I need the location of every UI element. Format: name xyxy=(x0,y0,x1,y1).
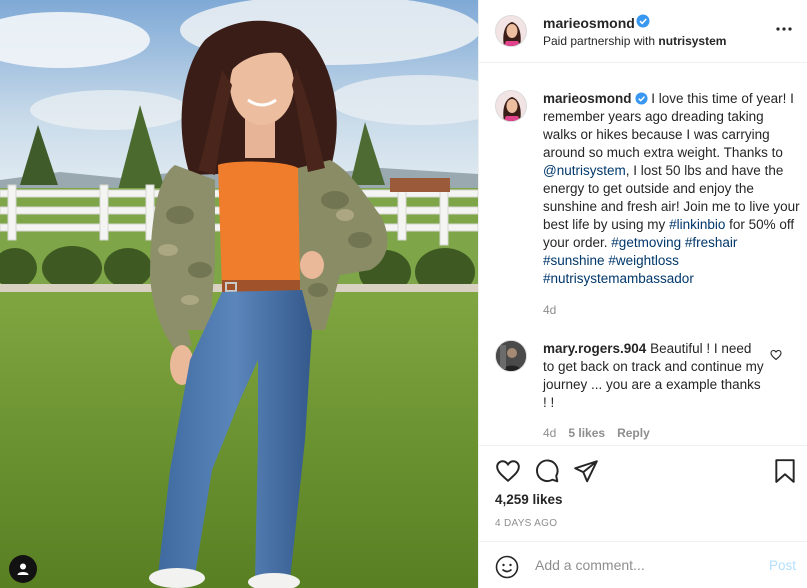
post-actions: 4,259 likes 4 DAYS AGO xyxy=(479,445,807,541)
bookmark-button[interactable] xyxy=(773,458,797,487)
heart-icon xyxy=(496,460,520,483)
post-comment-button[interactable]: Post xyxy=(769,558,796,573)
post-header: marieosmond Paid partnership with nutris… xyxy=(479,0,807,63)
comment-icon xyxy=(536,459,559,483)
like-button[interactable] xyxy=(495,458,521,487)
verified-icon xyxy=(636,14,650,28)
header-username[interactable]: marieosmond xyxy=(543,15,635,31)
comment-likes-count[interactable]: 5 likes xyxy=(568,426,605,440)
comment-input[interactable] xyxy=(535,554,755,576)
paid-partnership-label: Paid partnership with nutrisystem xyxy=(543,34,726,48)
partner-prefix: Paid partnership with xyxy=(543,34,659,48)
author-avatar[interactable] xyxy=(495,15,527,47)
comment-like-button[interactable] xyxy=(770,349,782,364)
share-button[interactable] xyxy=(573,458,599,487)
user-tag-button[interactable] xyxy=(9,555,37,583)
comments-list[interactable]: marieosmond I love this time of year! I … xyxy=(479,63,807,445)
hashtag-link[interactable]: #sunshine xyxy=(543,253,605,268)
hashtag-link[interactable]: #linkinbio xyxy=(669,217,725,232)
verified-badge xyxy=(633,14,650,29)
hashtag-link[interactable]: #freshair xyxy=(685,235,738,250)
post-image xyxy=(0,0,478,588)
commenter-username[interactable]: mary.rogers.904 xyxy=(543,341,646,356)
commenter-avatar[interactable] xyxy=(495,340,527,372)
avatar-image xyxy=(496,91,526,121)
hashtag-link[interactable]: #getmoving xyxy=(611,235,681,250)
caption-text: marieosmond I love this time of year! I … xyxy=(543,90,801,288)
add-comment-bar: Post xyxy=(479,541,807,588)
post-age[interactable]: 4 DAYS AGO xyxy=(495,518,557,529)
emoji-icon xyxy=(495,555,519,579)
caption-username[interactable]: marieosmond xyxy=(543,91,632,106)
reply-button[interactable]: Reply xyxy=(617,426,650,440)
likes-count[interactable]: 4,259 likes xyxy=(495,492,563,507)
partner-name-link[interactable]: nutrisystem xyxy=(658,34,726,48)
comment-timestamp[interactable]: 4d xyxy=(543,426,556,440)
post-photo[interactable] xyxy=(0,0,478,588)
comment-meta: 4d 5 likes Reply xyxy=(543,426,662,440)
post-side-panel: marieosmond Paid partnership with nutris… xyxy=(478,0,807,588)
caption-avatar[interactable] xyxy=(495,90,527,122)
hashtag-link[interactable]: #weightloss xyxy=(608,253,679,268)
comment-text: mary.rogers.904 Beautiful ! I need to ge… xyxy=(543,340,765,412)
user-tag-icon xyxy=(17,563,29,575)
bookmark-icon xyxy=(775,459,795,483)
verified-icon xyxy=(634,92,648,105)
emoji-button[interactable] xyxy=(495,555,519,582)
comment-button[interactable] xyxy=(534,458,560,487)
mention-link[interactable]: @nutrisystem xyxy=(543,163,626,178)
share-icon xyxy=(574,460,598,483)
avatar-image xyxy=(496,16,526,46)
caption-timestamp[interactable]: 4d xyxy=(543,303,556,317)
avatar-image xyxy=(496,341,526,371)
heart-icon xyxy=(770,349,782,361)
more-options-button[interactable] xyxy=(775,20,793,35)
more-options-icon xyxy=(776,27,792,31)
hashtag-link[interactable]: #nutrisystemambassador xyxy=(543,271,694,286)
